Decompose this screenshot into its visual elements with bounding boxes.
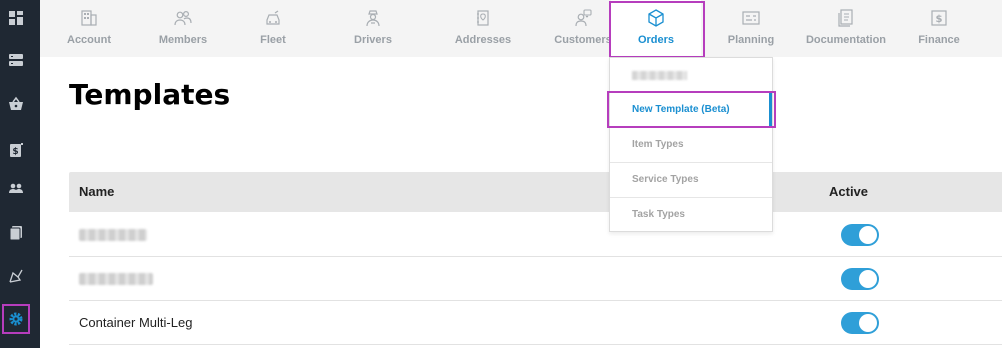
redacted-name xyxy=(79,229,147,241)
tab-fleet[interactable]: Fleet xyxy=(228,0,318,57)
tab-label: Documentation xyxy=(805,34,887,46)
finance-icon: $ xyxy=(930,9,948,27)
driver-icon xyxy=(364,9,382,27)
tab-label: Members xyxy=(158,34,208,46)
orders-dropdown-menu: New Template (Beta) Item Types Service T… xyxy=(609,57,773,232)
page-title: Templates xyxy=(69,78,231,111)
active-toggle[interactable] xyxy=(841,268,879,290)
template-name: Container Multi-Leg xyxy=(79,315,193,330)
tab-drivers[interactable]: Drivers xyxy=(318,0,428,57)
tab-account[interactable]: Account xyxy=(40,0,138,57)
column-header-name[interactable]: Name xyxy=(79,184,114,199)
tab-label: Account xyxy=(67,34,111,46)
tab-label: Finance xyxy=(918,34,960,46)
table-row[interactable]: Container Multi-Leg xyxy=(69,301,1002,345)
active-toggle[interactable] xyxy=(841,312,879,334)
tab-label: Customers xyxy=(554,34,612,46)
list-icon[interactable] xyxy=(8,52,24,68)
tab-addresses[interactable]: Addresses xyxy=(428,0,538,57)
gear-highlight-box xyxy=(2,304,30,334)
redacted-label xyxy=(632,71,687,80)
table-row[interactable] xyxy=(69,257,1002,301)
settings-tab-bar: Account Members Fleet Drivers Addresses … xyxy=(40,0,1002,57)
menu-item-label: Item Types xyxy=(632,139,684,150)
basket-icon[interactable] xyxy=(8,96,24,112)
column-header-active[interactable]: Active xyxy=(829,184,868,199)
tab-planning[interactable]: Planning xyxy=(706,0,796,57)
menu-item-service-types[interactable]: Service Types xyxy=(610,163,772,198)
tab-members[interactable]: Members xyxy=(138,0,228,57)
dashboard-icon[interactable] xyxy=(8,10,24,26)
car-icon xyxy=(264,9,282,27)
table-header: Name Active xyxy=(69,172,1002,212)
documents-icon[interactable] xyxy=(8,225,24,241)
customers-icon xyxy=(574,9,592,27)
redacted-name xyxy=(79,273,153,285)
svg-text:$: $ xyxy=(936,14,943,25)
active-toggle[interactable] xyxy=(841,224,879,246)
menu-item-task-types[interactable]: Task Types xyxy=(610,198,772,233)
new-template-highlight-box xyxy=(607,91,776,128)
orders-highlight-box xyxy=(609,1,705,58)
tab-label: Fleet xyxy=(260,34,286,46)
menu-item-label: Task Types xyxy=(632,209,685,220)
tab-label: Addresses xyxy=(454,34,512,46)
tab-label: Drivers xyxy=(354,34,392,46)
address-book-icon xyxy=(474,9,492,27)
menu-item-label: Service Types xyxy=(632,174,699,185)
documentation-icon xyxy=(837,9,855,27)
people-icon[interactable] xyxy=(8,180,24,196)
tab-finance[interactable]: $ Finance xyxy=(896,0,982,57)
dollar-doc-icon[interactable]: $ xyxy=(8,142,24,158)
menu-item-redacted[interactable] xyxy=(610,58,772,93)
planning-icon xyxy=(742,9,760,27)
svg-text:$: $ xyxy=(12,147,18,157)
tab-label: Planning xyxy=(727,34,775,46)
menu-item-item-types[interactable]: Item Types xyxy=(610,128,772,163)
table-row[interactable] xyxy=(69,213,1002,257)
tab-documentation[interactable]: Documentation xyxy=(796,0,896,57)
sidebar: $ xyxy=(0,0,40,348)
building-icon xyxy=(80,9,98,27)
members-icon xyxy=(174,9,192,27)
route-icon[interactable] xyxy=(8,268,24,284)
